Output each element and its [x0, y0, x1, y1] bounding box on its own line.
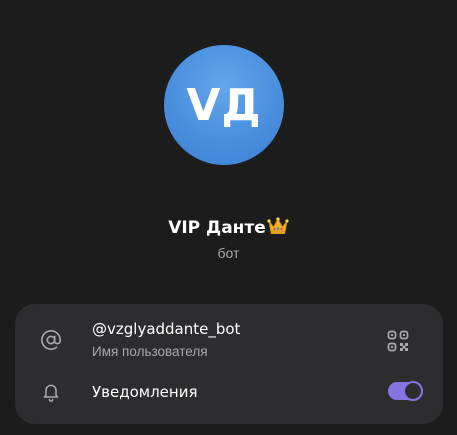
avatar-initials: VД: [186, 79, 262, 131]
avatar[interactable]: VД: [164, 45, 284, 165]
username-caption: Имя пользователя: [92, 344, 208, 359]
profile-name: VIP Данте: [168, 218, 266, 238]
profile-name-row: VIP Данте: [0, 216, 457, 241]
info-card: @vzglyaddante_bot Имя пользователя Уведо…: [15, 304, 443, 424]
notifications-label: Уведомления: [92, 383, 198, 401]
at-icon: [39, 328, 63, 352]
qr-code-icon[interactable]: [387, 330, 409, 352]
toggle-knob: [403, 381, 423, 401]
bell-icon: [39, 380, 63, 404]
notifications-toggle[interactable]: [388, 381, 423, 401]
username-value[interactable]: @vzglyaddante_bot: [92, 320, 240, 338]
profile-header: VД VIP Данте бот: [0, 0, 457, 300]
crown-emoji-icon: [267, 216, 289, 241]
profile-subtitle: бот: [217, 245, 240, 261]
